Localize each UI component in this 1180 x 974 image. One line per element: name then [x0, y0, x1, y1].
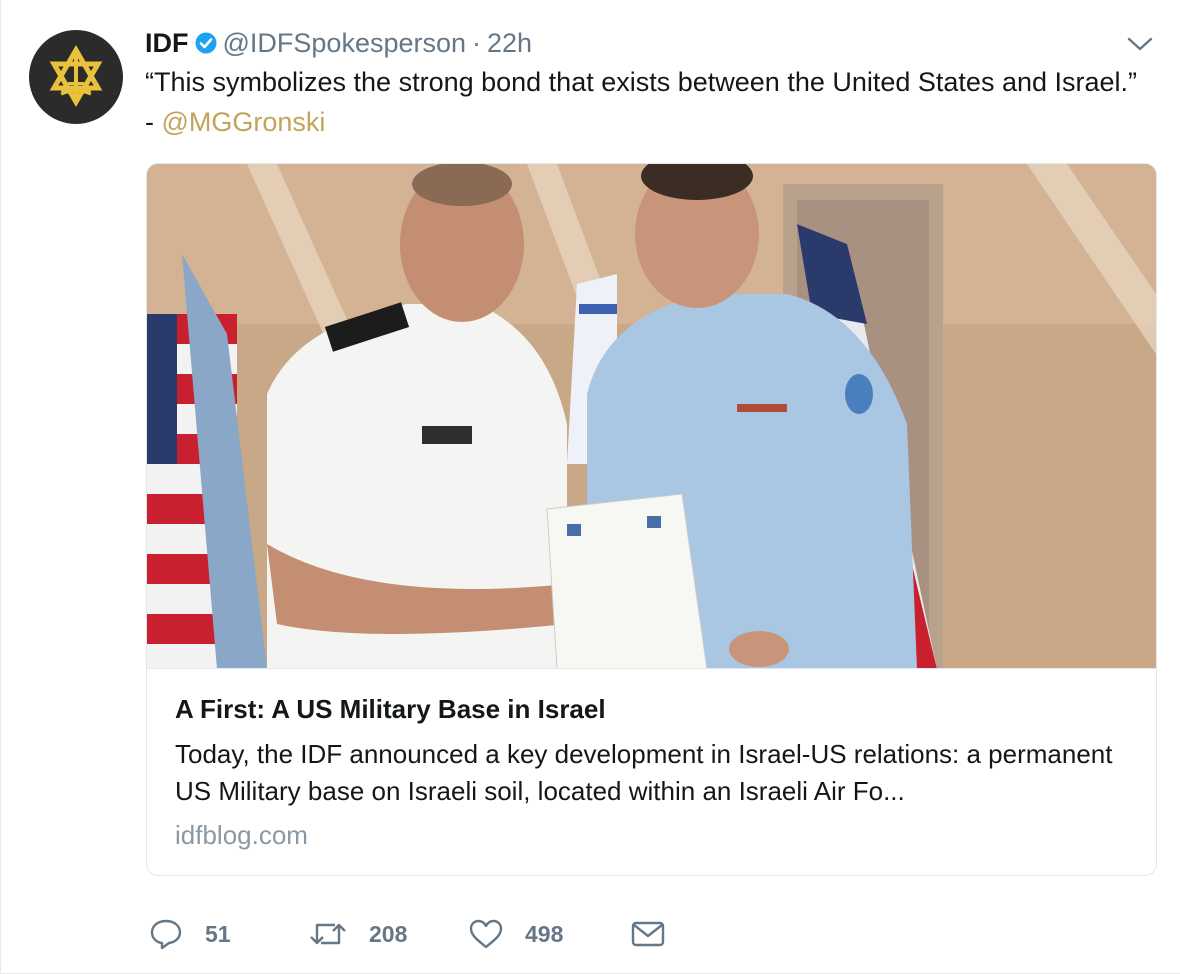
like-count: 498 — [525, 920, 564, 947]
tweet-text: “This symbolizes the strong bond that ex… — [145, 62, 1145, 142]
tweet-header: IDF @IDFSpokesperson · 22h — [145, 26, 532, 60]
idf-emblem-icon — [49, 45, 103, 107]
avatar[interactable] — [29, 30, 123, 124]
reply-button[interactable]: 51 — [149, 914, 231, 954]
retweet-icon — [310, 923, 346, 945]
card-image — [147, 164, 1156, 669]
separator-dot: · — [472, 27, 482, 58]
card-domain: idfblog.com — [175, 820, 308, 850]
direct-message-button[interactable] — [631, 914, 665, 954]
reply-count: 51 — [205, 920, 231, 947]
retweet-count: 208 — [369, 920, 408, 947]
reply-icon — [150, 919, 182, 950]
more-options-button[interactable] — [1125, 32, 1155, 56]
tweet-timestamp[interactable]: 22h — [487, 28, 532, 59]
author-handle[interactable]: @IDFSpokesperson — [223, 28, 467, 59]
envelope-icon — [631, 921, 665, 947]
link-card[interactable]: A First: A US Military Base in Israel To… — [146, 163, 1157, 876]
heart-icon — [469, 919, 503, 949]
card-title: A First: A US Military Base in Israel — [175, 694, 606, 724]
verified-badge-icon — [195, 32, 217, 54]
tweet: IDF @IDFSpokesperson · 22h “This symboli… — [0, 0, 1180, 974]
mention-link[interactable]: @MGGronski — [162, 107, 326, 137]
author-name[interactable]: IDF — [145, 28, 189, 59]
retweet-button[interactable]: 208 — [309, 914, 407, 954]
card-description: Today, the IDF announced a key developme… — [175, 739, 1113, 806]
photo-two-officers-holding-document — [147, 164, 1156, 668]
chevron-down-icon — [1127, 37, 1153, 51]
like-button[interactable]: 498 — [469, 914, 563, 954]
